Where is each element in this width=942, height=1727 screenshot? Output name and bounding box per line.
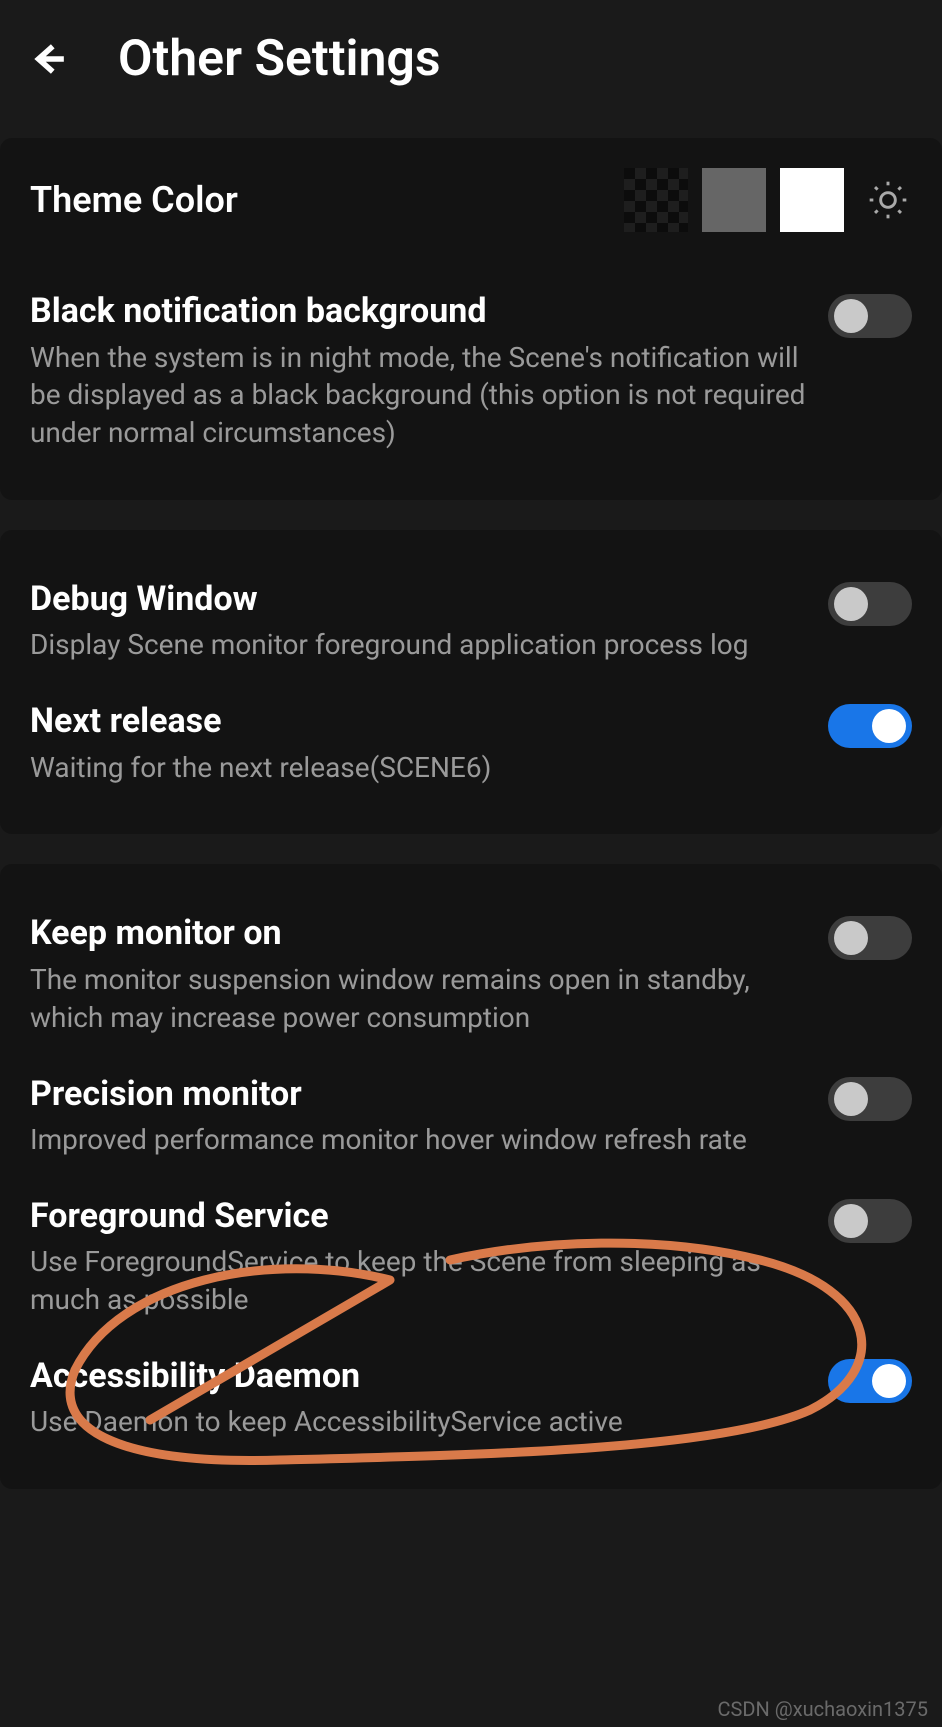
setting-title: Accessibility Daemon — [30, 1355, 808, 1398]
setting-text: Precision monitor Improved performance m… — [30, 1073, 808, 1159]
toggle-next-release[interactable] — [828, 704, 912, 748]
setting-desc: Use Daemon to keep AccessibilityService … — [30, 1403, 808, 1441]
theme-swatches — [624, 168, 912, 232]
toggle-precision-monitor[interactable] — [828, 1077, 912, 1121]
toggle-keep-monitor[interactable] — [828, 916, 912, 960]
setting-desc: Use ForegroundService to keep the Scene … — [30, 1243, 808, 1319]
toggle-accessibility-daemon[interactable] — [828, 1359, 912, 1403]
toggle-knob — [834, 587, 868, 621]
setting-desc: Display Scene monitor foreground applica… — [30, 626, 808, 664]
toggle-foreground-service[interactable] — [828, 1199, 912, 1243]
setting-desc: Improved performance monitor hover windo… — [30, 1121, 808, 1159]
setting-text: Next release Waiting for the next releas… — [30, 700, 808, 786]
setting-title: Precision monitor — [30, 1073, 808, 1116]
brightness-icon[interactable] — [864, 176, 912, 224]
panel-debug: Debug Window Display Scene monitor foreg… — [0, 530, 942, 835]
swatch-gray[interactable] — [702, 168, 766, 232]
row-precision-monitor[interactable]: Precision monitor Improved performance m… — [30, 1055, 912, 1177]
theme-color-label: Theme Color — [30, 179, 238, 221]
toggle-knob — [872, 709, 906, 743]
setting-title: Next release — [30, 700, 808, 743]
toggle-knob — [834, 1204, 868, 1238]
row-next-release[interactable]: Next release Waiting for the next releas… — [30, 682, 912, 804]
panel-theme: Theme Color Black notification backgroun… — [0, 138, 942, 500]
setting-text: Keep monitor on The monitor suspension w… — [30, 912, 808, 1036]
setting-text: Accessibility Daemon Use Daemon to keep … — [30, 1355, 808, 1441]
watermark: CSDN @xuchaoxin1375 — [717, 1697, 928, 1721]
toggle-black-notif[interactable] — [828, 294, 912, 338]
setting-title: Foreground Service — [30, 1195, 808, 1238]
back-arrow-icon[interactable] — [28, 39, 68, 79]
panel-monitor: Keep monitor on The monitor suspension w… — [0, 864, 942, 1489]
row-debug-window[interactable]: Debug Window Display Scene monitor foreg… — [30, 560, 912, 682]
setting-desc: The monitor suspension window remains op… — [30, 961, 808, 1037]
theme-color-row: Theme Color — [30, 168, 912, 272]
setting-title: Debug Window — [30, 578, 808, 621]
toggle-debug-window[interactable] — [828, 582, 912, 626]
swatch-white[interactable] — [780, 168, 844, 232]
row-keep-monitor[interactable]: Keep monitor on The monitor suspension w… — [30, 894, 912, 1054]
setting-title: Keep monitor on — [30, 912, 808, 955]
row-foreground-service[interactable]: Foreground Service Use ForegroundService… — [30, 1177, 912, 1337]
setting-text: Black notification background When the s… — [30, 290, 808, 452]
setting-desc: Waiting for the next release(SCENE6) — [30, 749, 808, 787]
page-title: Other Settings — [118, 30, 441, 88]
row-accessibility-daemon[interactable]: Accessibility Daemon Use Daemon to keep … — [30, 1337, 912, 1459]
setting-desc: When the system is in night mode, the Sc… — [30, 339, 808, 452]
toggle-knob — [834, 299, 868, 333]
setting-title: Black notification background — [30, 290, 808, 333]
toggle-knob — [872, 1364, 906, 1398]
toggle-knob — [834, 921, 868, 955]
row-black-notif[interactable]: Black notification background When the s… — [30, 272, 912, 470]
setting-text: Foreground Service Use ForegroundService… — [30, 1195, 808, 1319]
setting-text: Debug Window Display Scene monitor foreg… — [30, 578, 808, 664]
swatch-transparent[interactable] — [624, 168, 688, 232]
toggle-knob — [834, 1082, 868, 1116]
header: Other Settings — [0, 0, 942, 138]
